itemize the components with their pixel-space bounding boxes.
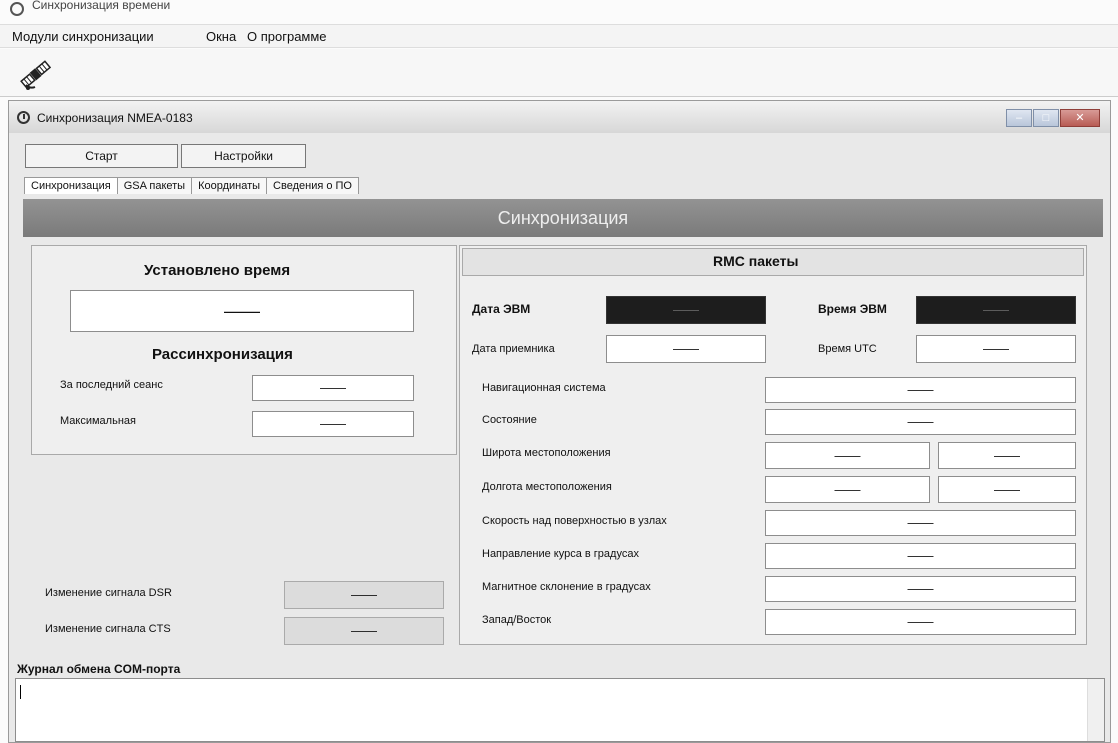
tab-software-info[interactable]: Сведения о ПО bbox=[266, 177, 359, 194]
close-icon: ✕ bbox=[1075, 112, 1085, 124]
rmc-heading: RMC пакеты bbox=[713, 253, 799, 269]
satellite-button[interactable] bbox=[16, 55, 56, 93]
desync-heading: Рассинхронизация bbox=[152, 346, 293, 363]
settings-button[interactable]: Настройки bbox=[181, 144, 306, 168]
maximize-icon: □ bbox=[1042, 112, 1050, 124]
dsr-value: —— bbox=[284, 581, 444, 609]
speed-label: Скорость над поверхностью в узлах bbox=[482, 515, 667, 527]
max-label: Максимальная bbox=[60, 415, 136, 427]
longitude-value: —— bbox=[765, 476, 930, 503]
latitude-hemisphere-value: —— bbox=[938, 442, 1076, 469]
time-set-value: —— bbox=[70, 290, 414, 332]
menu-bar: Модули синхронизации Окна О программе bbox=[0, 24, 1118, 48]
maximize-button[interactable]: □ bbox=[1033, 109, 1059, 127]
toolbar bbox=[0, 49, 1118, 97]
menu-windows[interactable]: Окна bbox=[206, 29, 236, 44]
tab-coords[interactable]: Координаты bbox=[191, 177, 268, 194]
east-west-value: —— bbox=[765, 609, 1076, 635]
nmea-sync-window: Синхронизация NMEA-0183 – □ ✕ Старт Наст… bbox=[8, 100, 1111, 743]
section-banner: Синхронизация bbox=[23, 199, 1103, 237]
cts-value: —— bbox=[284, 617, 444, 645]
rmc-header: RMC пакеты bbox=[462, 248, 1084, 276]
dsr-label: Изменение сигнала DSR bbox=[45, 587, 172, 599]
tab-sync[interactable]: Синхронизация bbox=[24, 177, 118, 194]
satellite-icon bbox=[20, 60, 52, 90]
east-west-label: Запад/Восток bbox=[482, 614, 552, 626]
state-value: —— bbox=[765, 409, 1076, 435]
minimize-button[interactable]: – bbox=[1006, 109, 1032, 127]
max-value: —— bbox=[252, 411, 414, 437]
utc-time-value: —— bbox=[916, 335, 1076, 363]
utc-time-label: Время UTC bbox=[818, 343, 877, 355]
time-panel: Установлено время —— Рассинхронизация За… bbox=[31, 245, 457, 455]
child-titlebar: Синхронизация NMEA-0183 – □ ✕ bbox=[9, 101, 1110, 133]
course-label: Направление курса в градусах bbox=[482, 548, 639, 560]
menu-about[interactable]: О программе bbox=[247, 29, 327, 44]
latitude-value: —— bbox=[765, 442, 930, 469]
last-session-label: За последний сеанс bbox=[60, 379, 163, 391]
time-set-heading: Установлено время bbox=[144, 262, 291, 279]
nav-system-value: —— bbox=[765, 377, 1076, 403]
minimize-icon: – bbox=[1015, 112, 1023, 124]
close-button[interactable]: ✕ bbox=[1060, 109, 1100, 127]
nav-system-label: Навигационная система bbox=[482, 382, 606, 394]
course-value: —— bbox=[765, 543, 1076, 569]
cts-label: Изменение сигнала CTS bbox=[45, 623, 171, 635]
tab-gsa[interactable]: GSA пакеты bbox=[116, 177, 193, 194]
magvar-label: Магнитное склонение в градусах bbox=[482, 581, 651, 593]
pc-time-value: —— bbox=[916, 296, 1076, 324]
receiver-date-value: —— bbox=[606, 335, 766, 363]
longitude-label: Долгота местоположения bbox=[482, 481, 612, 493]
com-log-textarea[interactable] bbox=[15, 678, 1105, 742]
text-caret bbox=[20, 685, 21, 699]
app-title: Синхронизация времени bbox=[32, 0, 171, 12]
last-session-value: —— bbox=[252, 375, 414, 401]
pc-date-value: —— bbox=[606, 296, 766, 324]
magvar-value: —— bbox=[765, 576, 1076, 602]
com-log-title: Журнал обмена COM-порта bbox=[17, 662, 181, 676]
pc-time-label: Время ЭВМ bbox=[818, 302, 887, 316]
clock-icon bbox=[17, 111, 30, 124]
app-icon bbox=[10, 2, 24, 16]
longitude-hemisphere-value: —— bbox=[938, 476, 1076, 503]
receiver-date-label: Дата приемника bbox=[472, 343, 555, 355]
rmc-panel: RMC пакеты Дата ЭВМ —— Время ЭВМ —— Дата… bbox=[459, 245, 1087, 645]
latitude-label: Широта местоположения bbox=[482, 447, 611, 459]
log-scrollbar[interactable] bbox=[1087, 679, 1104, 741]
start-button[interactable]: Старт bbox=[25, 144, 178, 168]
pc-date-label: Дата ЭВМ bbox=[472, 302, 531, 316]
child-title: Синхронизация NMEA-0183 bbox=[37, 111, 193, 125]
state-label: Состояние bbox=[482, 414, 537, 426]
tab-bar: Синхронизация GSA пакеты Координаты Сведени… bbox=[24, 177, 359, 194]
speed-value: —— bbox=[765, 510, 1076, 536]
menu-modules[interactable]: Модули синхронизации bbox=[12, 29, 154, 44]
app-titlebar: Синхронизация времени bbox=[0, 0, 1118, 22]
